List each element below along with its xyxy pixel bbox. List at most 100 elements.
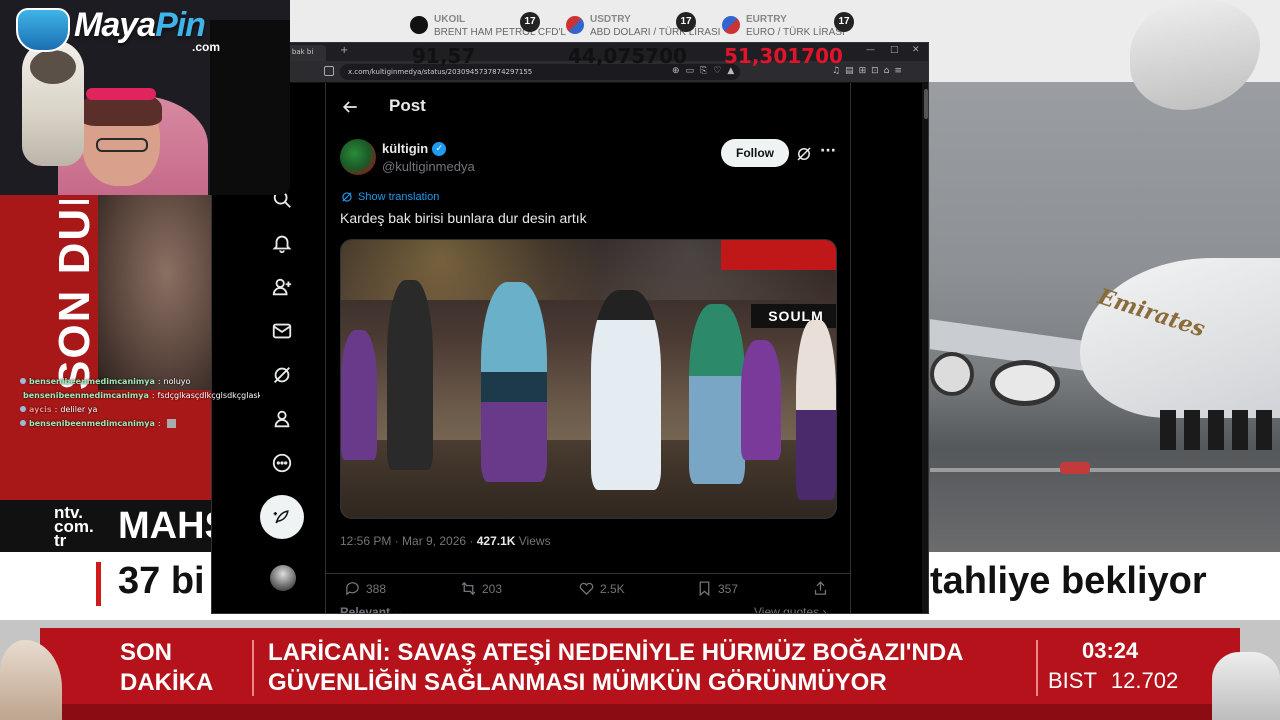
logo-suffix: .com [192,40,221,54]
glasses-icon [96,138,148,152]
post-timestamp[interactable]: 12:56 PM · Mar 9, 2026 · [340,534,477,548]
cat-figure [22,40,84,166]
messages-icon[interactable] [268,317,296,345]
author-avatar[interactable] [340,139,376,175]
heart-icon [579,582,594,596]
market-symbol: EURTRY [746,14,787,25]
extensions-icon[interactable]: ♫▤⊞⊡⌂≡ [832,66,907,76]
market-eurtry: EURTRY EURO / TÜRK LİRASI 17 [722,8,882,42]
account-avatar[interactable] [270,565,296,591]
repost-icon [461,581,476,596]
chat-text: deliler ya [60,404,98,414]
ntv-logo: ntv. com. tr [0,500,100,552]
eur-flag-icon [722,16,740,34]
market-value: 91,57 [412,44,475,68]
headline-right: tahliye bekliyor [930,560,1207,602]
usd-flag-icon [566,16,584,34]
news-vertical-text: SON DUR [50,200,99,390]
back-arrow-icon[interactable] [340,97,360,117]
bookmark-button[interactable]: 357 [696,580,738,597]
breaking-news-line: LARİCANİ: SAVAŞ ATEŞİ NEDENİYLE HÜRMÜZ B… [268,639,964,666]
breaking-news-line: GÜVENLİĞİN SAĞLANMASI MÜMKÜN GÖRÜNMÜYOR [268,669,887,696]
grok-explain-icon[interactable] [795,145,813,163]
notifications-icon[interactable] [268,229,296,257]
plane-engine [990,360,1060,406]
post-metadata: 12:56 PM · Mar 9, 2026 · 427.1K Views [340,534,551,548]
runway-line [930,468,1280,472]
views-label: Views [515,534,551,548]
video-person [387,280,433,470]
eurtry-value: 51,301700 [724,44,843,68]
author-name-text[interactable]: kültigin [382,141,428,156]
video-person [341,330,377,460]
author-name[interactable]: kültigin ✓ [382,141,447,156]
share-icon [814,581,827,595]
market-desc: ABD DOLARI / TÜRK LİRASI [590,27,721,38]
new-tab-button[interactable]: + [340,45,348,56]
stream-chat: bensenibeenmedimcanimya: noluyo bensenibe… [20,374,260,430]
oil-icon [410,16,428,34]
chat-message: bensenibeenmedimcanimya: noluyo [20,374,260,388]
minimize-icon[interactable]: — [866,45,875,55]
profile-icon[interactable] [268,405,296,433]
compose-post-button[interactable] [260,495,304,539]
ticker-clock: 03:24 [1082,638,1139,663]
video-person [591,290,661,490]
runway-vehicle [1060,462,1090,474]
view-quotes-link[interactable]: View quotes › [754,605,827,613]
tradingview-icon: 17 [834,12,854,32]
logo-word-main: Maya [74,6,156,44]
mayapin-logo-icon [16,8,70,52]
headline-left: 37 bi [118,560,205,602]
reply-count: 388 [366,581,387,596]
share-button[interactable] [812,580,829,597]
more-options-icon[interactable] [268,449,296,477]
reply-icon [346,582,359,596]
ukoil-value: 91,57 [412,44,476,68]
repost-button[interactable]: 203 [460,580,502,597]
show-translation-link[interactable]: Show translation [340,190,439,204]
feather-icon [273,510,289,524]
headset-icon [86,88,156,100]
news-face-image [98,195,212,390]
chat-username: bensenibeenmedimcanimya [23,390,149,400]
bookmark-count: 357 [718,581,739,596]
post-header: Post [326,83,850,129]
chat-badge-icon [20,420,26,426]
repost-count: 203 [482,581,503,596]
headline-top: MAHS [118,505,212,547]
like-button[interactable]: 2.5K [578,580,625,597]
bookmark-icon[interactable] [324,66,334,76]
usdtry-value: 44,075700 [568,44,687,68]
logo-wordmark: MayaPin [74,6,206,45]
post-text: Kardeş bak birisi bunlara dur desin artı… [340,210,587,226]
author-handle[interactable]: @kultiginmedya [382,159,475,174]
close-icon[interactable]: ✕ [912,45,920,55]
reply-button[interactable]: 388 [344,580,386,597]
follow-button[interactable]: Follow [721,139,789,167]
ticker-bottom-strip [0,704,1280,720]
maximize-icon[interactable]: □ [890,45,899,55]
bookmark-icon [699,581,710,597]
post-video[interactable]: SOULM [340,239,837,519]
ntv-logo-line: tr [54,531,67,550]
post-more-icon[interactable]: ··· [820,143,836,159]
post-title: Post [389,96,426,115]
market-value: 44,075700 [568,44,687,68]
tradingview-icon: 17 [520,12,540,32]
follow-people-icon[interactable] [268,273,296,301]
scrollbar[interactable] [922,83,928,613]
chat-message: aycis: deliler ya [20,402,260,416]
post-actions: 388 203 2.5K 357 [326,573,850,597]
ticker-divider [1036,640,1038,696]
chat-message: bensenibeenmedimcanimya: fsdçglkasçdlkçgl… [20,388,260,402]
sort-replies-dropdown[interactable]: Relevant ⌄ [340,605,403,613]
headline-accent [96,562,101,606]
like-count: 2.5K [600,581,625,596]
scrollbar-thumb[interactable] [924,89,928,119]
grok-icon[interactable] [268,361,296,389]
logo-word-accent: Pin [155,6,206,44]
market-desc: BRENT HAM PETROL CFD'L [434,27,566,38]
chat-message: bensenibeenmedimcanimya: [20,416,260,430]
show-translation-label[interactable]: Show translation [358,191,439,203]
